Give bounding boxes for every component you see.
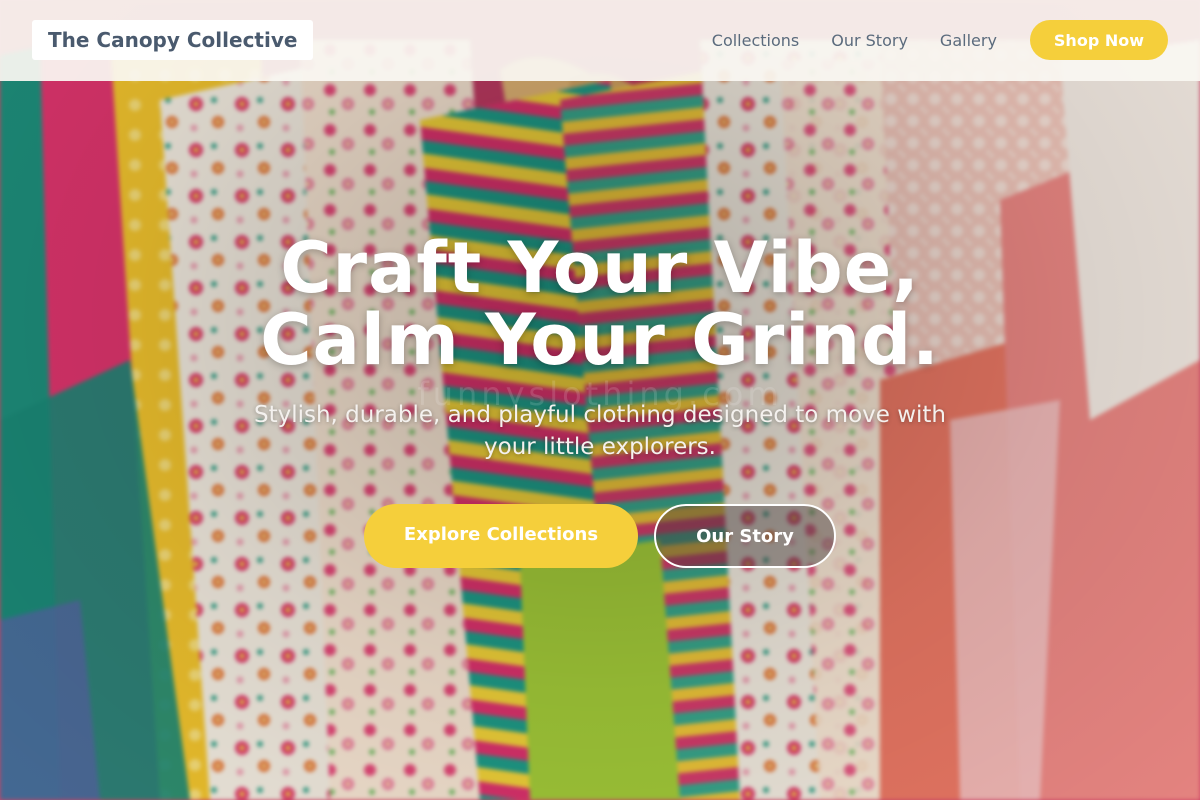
nav-link-collections[interactable]: Collections [712, 31, 799, 50]
brand-logo[interactable]: The Canopy Collective [32, 20, 314, 60]
hero-section: funnyslothing.com Craft Your Vibe, Calm … [0, 0, 1200, 800]
our-story-button[interactable]: Our Story [654, 504, 836, 568]
hero-headline-line-2: Calm Your Grind. [260, 299, 940, 381]
shop-now-button[interactable]: Shop Now [1029, 20, 1168, 60]
main-nav: Collections Our Story Gallery Shop Now [712, 20, 1168, 60]
nav-link-gallery[interactable]: Gallery [940, 31, 997, 50]
site-header: The Canopy Collective Collections Our St… [0, 0, 1200, 81]
hero-headline-line-1: Craft Your Vibe, [280, 227, 920, 309]
hero-subheadline: Stylish, durable, and playful clothing d… [253, 402, 947, 460]
nav-link-our-story[interactable]: Our Story [831, 31, 908, 50]
hero-headline: Craft Your Vibe, Calm Your Grind. [100, 232, 1100, 376]
landing-page: The Canopy Collective Collections Our St… [0, 0, 1200, 800]
explore-collections-button[interactable]: Explore Collections [364, 504, 638, 568]
